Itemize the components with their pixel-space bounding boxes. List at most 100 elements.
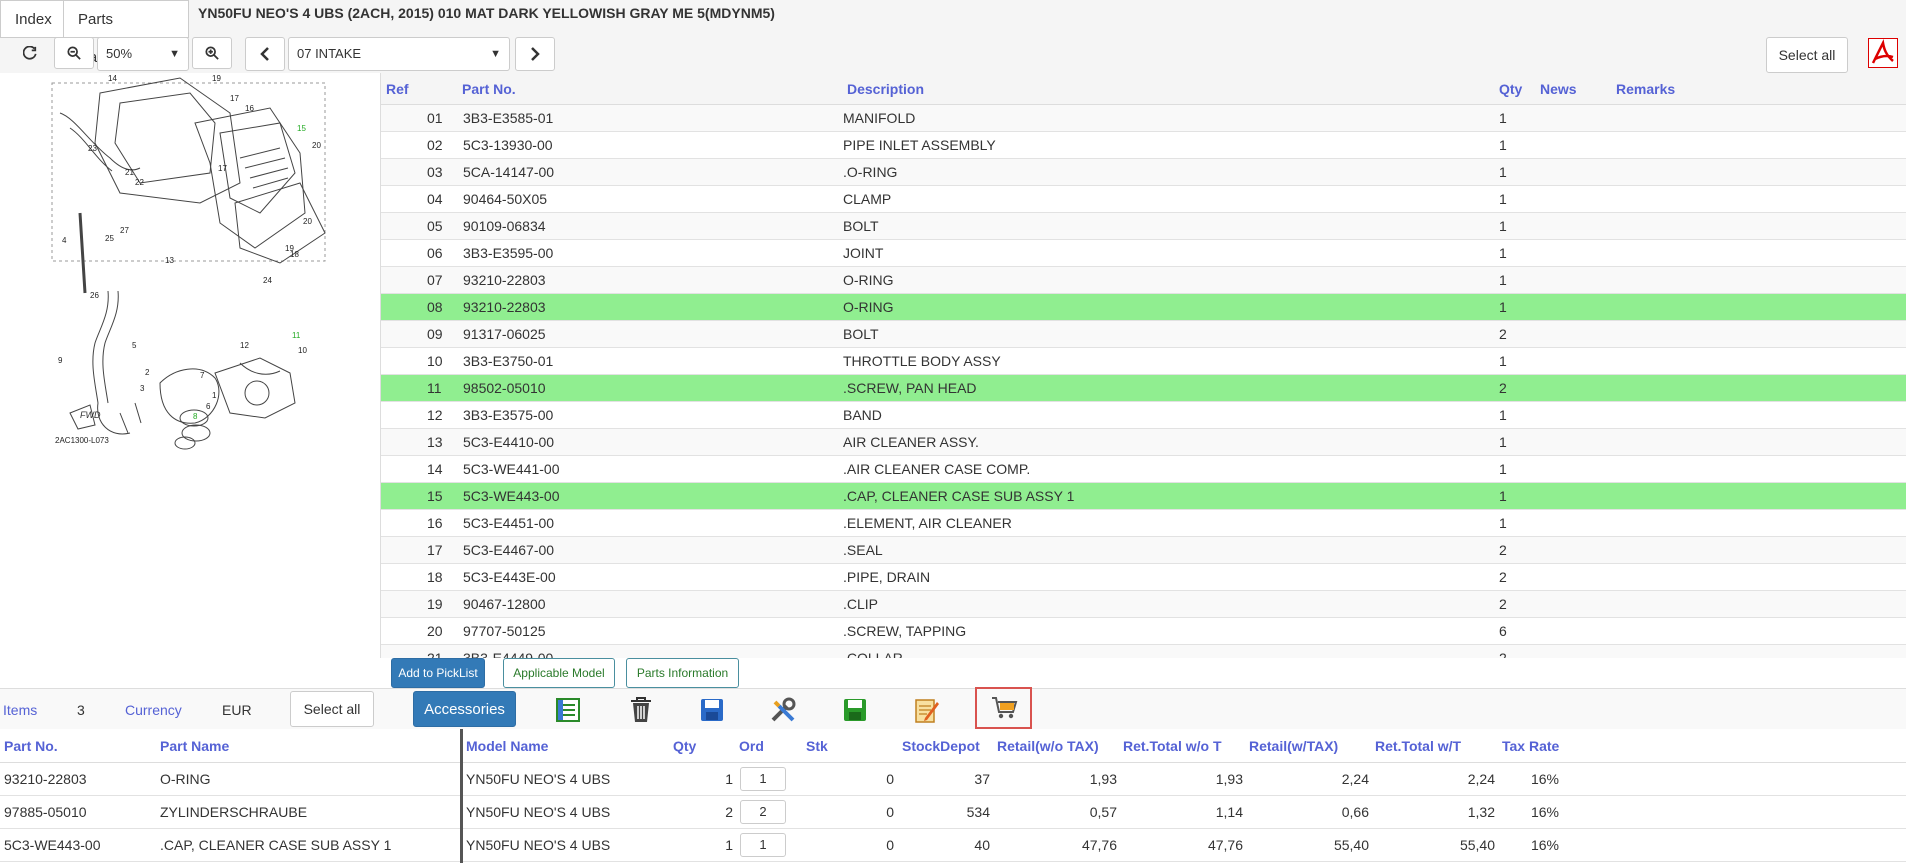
- parts-diagram[interactable]: 14 19 17 16 15 20 23 21 22 27 25 13 4 26 5 3 24 18 2…: [0, 73, 380, 688]
- picklist-select-all-button[interactable]: Select all: [290, 691, 374, 727]
- cell-ref: 14: [427, 461, 443, 477]
- tab-parts-catalogue[interactable]: Parts Catalogue: [63, 0, 189, 66]
- table-row[interactable]: 07 93210-22803 O-RING 1: [381, 267, 1906, 294]
- cell-description: .COLLAR: [843, 650, 903, 658]
- next-section-button[interactable]: [515, 37, 555, 71]
- cell-ref: 20: [427, 623, 443, 639]
- order-qty-input[interactable]: 2: [740, 800, 786, 824]
- table-row[interactable]: 01 3B3-E3585-01 MANIFOLD 1: [381, 105, 1906, 132]
- cell-ref: 17: [427, 542, 443, 558]
- table-row[interactable]: 19 90467-12800 .CLIP 2: [381, 591, 1906, 618]
- pdf-button[interactable]: [1868, 38, 1898, 68]
- accessories-button[interactable]: Accessories: [413, 691, 516, 727]
- table-row[interactable]: 21 3B3-E4449-00 .COLLAR 2: [381, 645, 1906, 658]
- picklist-toolbar: Items 3 Currency EUR Select all Accessor…: [0, 687, 1906, 729]
- cell-part-no: 90467-12800: [463, 596, 546, 612]
- svg-text:22: 22: [135, 178, 144, 187]
- cell-description: .CAP, CLEANER CASE SUB ASSY 1: [843, 488, 1075, 504]
- table-row[interactable]: 09 91317-06025 BOLT 2: [381, 321, 1906, 348]
- delete-button[interactable]: [625, 694, 657, 726]
- cell-description: BOLT: [843, 326, 879, 342]
- svg-text:17: 17: [230, 94, 239, 103]
- column-resize-divider[interactable]: [460, 729, 463, 863]
- order-qty-input[interactable]: 1: [740, 833, 786, 857]
- save-order-button[interactable]: [839, 694, 871, 726]
- add-to-picklist-button[interactable]: Add to PickList: [391, 658, 485, 688]
- refresh-button[interactable]: [10, 37, 50, 69]
- parts-information-button[interactable]: Parts Information: [626, 658, 739, 688]
- cell-qty: 1: [1499, 353, 1507, 369]
- items-label: Items: [3, 702, 38, 718]
- zoom-in-button[interactable]: [192, 37, 232, 69]
- cell-ret-total-wo: 1,14: [1215, 804, 1243, 820]
- svg-text:11: 11: [292, 331, 301, 340]
- table-row[interactable]: 12 3B3-E3575-00 BAND 1: [381, 402, 1906, 429]
- table-row[interactable]: 20 97707-50125 .SCREW, TAPPING 6: [381, 618, 1906, 645]
- cell-qty: 1: [1499, 164, 1507, 180]
- cell-part-no: 91317-06025: [463, 326, 546, 342]
- add-to-list-button[interactable]: [552, 694, 584, 726]
- cell-part-no: 93210-22803: [463, 272, 546, 288]
- cell-ref: 06: [427, 245, 443, 261]
- zoom-out-button[interactable]: [54, 37, 94, 69]
- cell-part-no: 98502-05010: [463, 380, 546, 396]
- cell-stk: 0: [886, 771, 894, 787]
- svg-text:4: 4: [62, 236, 67, 245]
- picklist-row[interactable]: 93210-22803 O-RING YN50FU NEO'S 4 UBS 1 0 37 1…: [0, 763, 1906, 796]
- table-row[interactable]: 13 5C3-E4410-00 AIR CLEANER ASSY. 1: [381, 429, 1906, 456]
- cell-description: .SCREW, PAN HEAD: [843, 380, 977, 396]
- order-qty-input[interactable]: 1: [740, 767, 786, 791]
- table-row[interactable]: 04 90464-50X05 CLAMP 1: [381, 186, 1906, 213]
- list-add-icon: [556, 698, 580, 722]
- svg-text:5: 5: [132, 341, 137, 350]
- section-select[interactable]: 07 INTAKE ▼: [288, 37, 510, 71]
- zoom-select[interactable]: 50% ▼: [97, 37, 189, 71]
- select-all-parts-button[interactable]: Select all: [1766, 37, 1848, 73]
- cell-stk: 0: [886, 804, 894, 820]
- applicable-model-button[interactable]: Applicable Model: [503, 658, 615, 688]
- table-row[interactable]: 14 5C3-WE441-00 .AIR CLEANER CASE COMP. 1: [381, 456, 1906, 483]
- table-row[interactable]: 15 5C3-WE443-00 .CAP, CLEANER CASE SUB ASS…: [381, 483, 1906, 510]
- pl-col-retail-wo-tax: Retail(w/o TAX): [997, 738, 1099, 754]
- picklist-row[interactable]: 5C3-WE443-00 .CAP, CLEANER CASE SUB ASSY …: [0, 829, 1906, 862]
- table-row[interactable]: 11 98502-05010 .SCREW, PAN HEAD 2: [381, 375, 1906, 402]
- table-row[interactable]: 03 5CA-14147-00 .O-RING 1: [381, 159, 1906, 186]
- cell-qty: 2: [1499, 542, 1507, 558]
- table-row[interactable]: 17 5C3-E4467-00 .SEAL 2: [381, 537, 1906, 564]
- cell-ref: 12: [427, 407, 443, 423]
- notes-button[interactable]: [911, 694, 943, 726]
- table-row[interactable]: 05 90109-06834 BOLT 1: [381, 213, 1906, 240]
- cell-stock-depot: 534: [966, 804, 990, 820]
- cell-qty: 6: [1499, 623, 1507, 639]
- cell-ref: 08: [427, 299, 443, 315]
- table-row[interactable]: 06 3B3-E3595-00 JOINT 1: [381, 240, 1906, 267]
- settings-button[interactable]: [767, 694, 799, 726]
- cell-part-no: 90109-06834: [463, 218, 546, 234]
- svg-text:12: 12: [240, 341, 249, 350]
- cell-ref: 13: [427, 434, 443, 450]
- table-row[interactable]: 16 5C3-E4451-00 .ELEMENT, AIR CLEANER 1: [381, 510, 1906, 537]
- pl-col-stk: Stk: [806, 738, 828, 754]
- cell-description: O-RING: [843, 272, 894, 288]
- table-row[interactable]: 10 3B3-E3750-01 THROTTLE BODY ASSY 1: [381, 348, 1906, 375]
- tab-index[interactable]: Index: [0, 0, 64, 38]
- picklist-row[interactable]: 97885-05010 ZYLINDERSCHRAUBE YN50FU NEO'S …: [0, 796, 1906, 829]
- cart-button[interactable]: [975, 687, 1032, 729]
- cell-ret-total-w: 55,40: [1459, 837, 1495, 853]
- cell-retail-w-tax: 55,40: [1333, 837, 1369, 853]
- cell-description: BOLT: [843, 218, 879, 234]
- cell-part-no: 3B3-E3585-01: [463, 110, 554, 126]
- cell-ref: 16: [427, 515, 443, 531]
- cell-qty: 2: [725, 804, 733, 820]
- prev-section-button[interactable]: [245, 37, 285, 71]
- save-button[interactable]: [696, 694, 728, 726]
- cell-qty: 1: [1499, 515, 1507, 531]
- table-row[interactable]: 08 93210-22803 O-RING 1: [381, 294, 1906, 321]
- pl-col-model-name: Model Name: [466, 738, 549, 754]
- cell-retail-wo-tax: 1,93: [1089, 771, 1117, 787]
- col-remarks: Remarks: [1616, 81, 1676, 97]
- zoom-out-icon: [67, 46, 81, 60]
- svg-text:2: 2: [145, 368, 150, 377]
- table-row[interactable]: 02 5C3-13930-00 PIPE INLET ASSEMBLY 1: [381, 132, 1906, 159]
- table-row[interactable]: 18 5C3-E443E-00 .PIPE, DRAIN 2: [381, 564, 1906, 591]
